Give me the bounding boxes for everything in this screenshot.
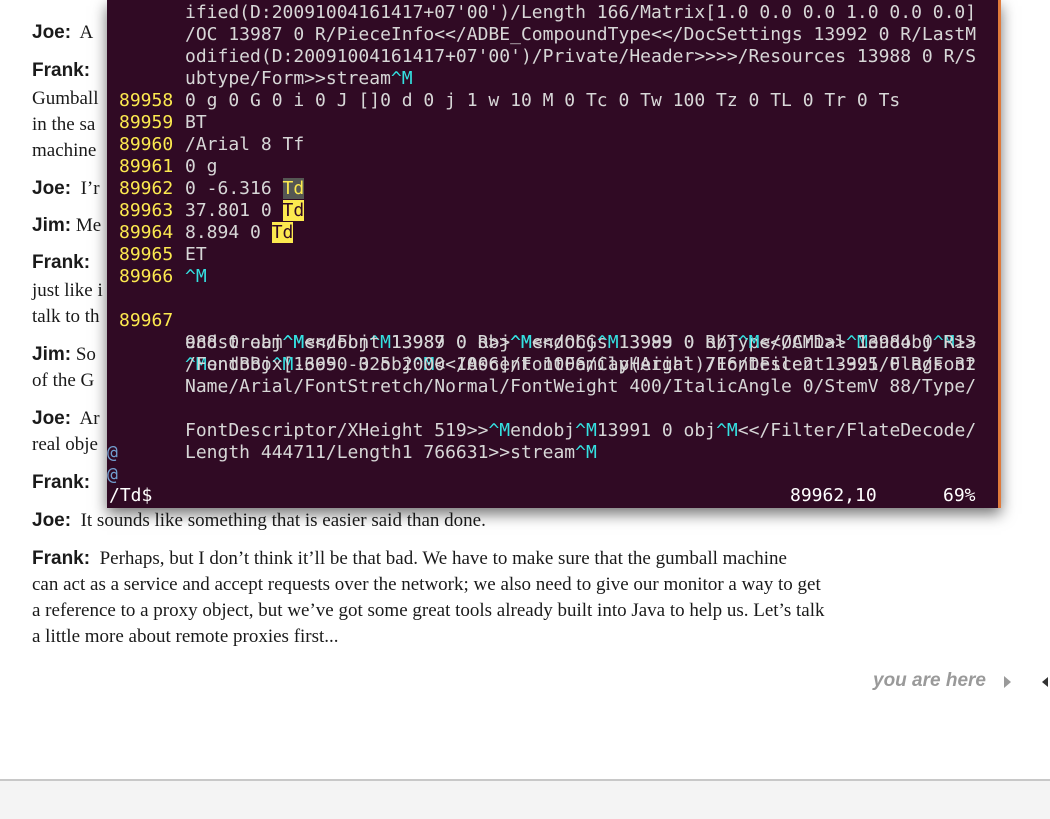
text-line: a reference to a proxy object, but we’ve… [32,600,825,621]
vim-status-line: /Td$ 89962,10 69% [107,485,998,507]
search-match-current: Td [282,178,305,199]
dialogue-frank-2: Frank: [32,252,91,273]
you-are-here-label: you are here [873,670,986,691]
dialogue-frank-3: Frank: [32,472,91,493]
wrapped-line: Length 444711/Length1 766631>>stream^M [185,442,597,463]
wrapped-line: FontDescriptor/XHeight 519>>^Mendobj^M13… [185,420,977,441]
text-line: in the sa [32,114,96,135]
text-line: a little more about remote proxies first… [32,626,339,647]
terminal-window[interactable]: ified(D:20091004161417+07'00')/Length 16… [107,0,1001,508]
text-line: real obje [32,434,98,455]
text-line: can act as a service and accept requests… [32,574,821,595]
dialogue-jim-1: Jim: Me [32,215,102,236]
text-line: machine [32,140,97,161]
text-line: just like i [32,280,103,301]
search-match: Td [282,200,305,221]
code-line: 89967 endstream^Mendobj^M13987 0 obj^M<<… [119,310,977,353]
text-line: of the G [32,370,95,391]
dialogue-joe-1: Joe: A [32,22,94,43]
dialogue-jim-2: Jim: So [32,344,96,365]
dialogue-joe-4: Joe: It sounds like something that is ea… [32,510,486,531]
scroll-percent: 69% [943,485,976,506]
dialogue-frank-1: Frank: [32,60,91,81]
wrapped-line: ^Mendobj^M13990 0 obj^M<</Ascent 1006/Ca… [185,354,977,375]
dialogue-frank-4: Frank: Perhaps, but I don’t think it’ll … [32,548,787,569]
text-line: Gumball [32,88,99,109]
search-match: Td [271,222,294,243]
wrapped-line: 988 0 obj^M<</Font 13989 0 R>>^Mendobj^M… [185,332,977,353]
cursor-position: 89962,10 [790,485,877,506]
page-gutter [0,781,1050,819]
text-line: talk to th [32,306,100,327]
dialogue-joe-3: Joe: Ar [32,408,100,429]
page-nav-arrow-icon[interactable] [1042,677,1048,687]
search-command[interactable]: /Td$ [109,485,152,507]
dialogue-joe-2: Joe: I’r [32,178,100,199]
play-arrow-icon [1004,676,1011,688]
